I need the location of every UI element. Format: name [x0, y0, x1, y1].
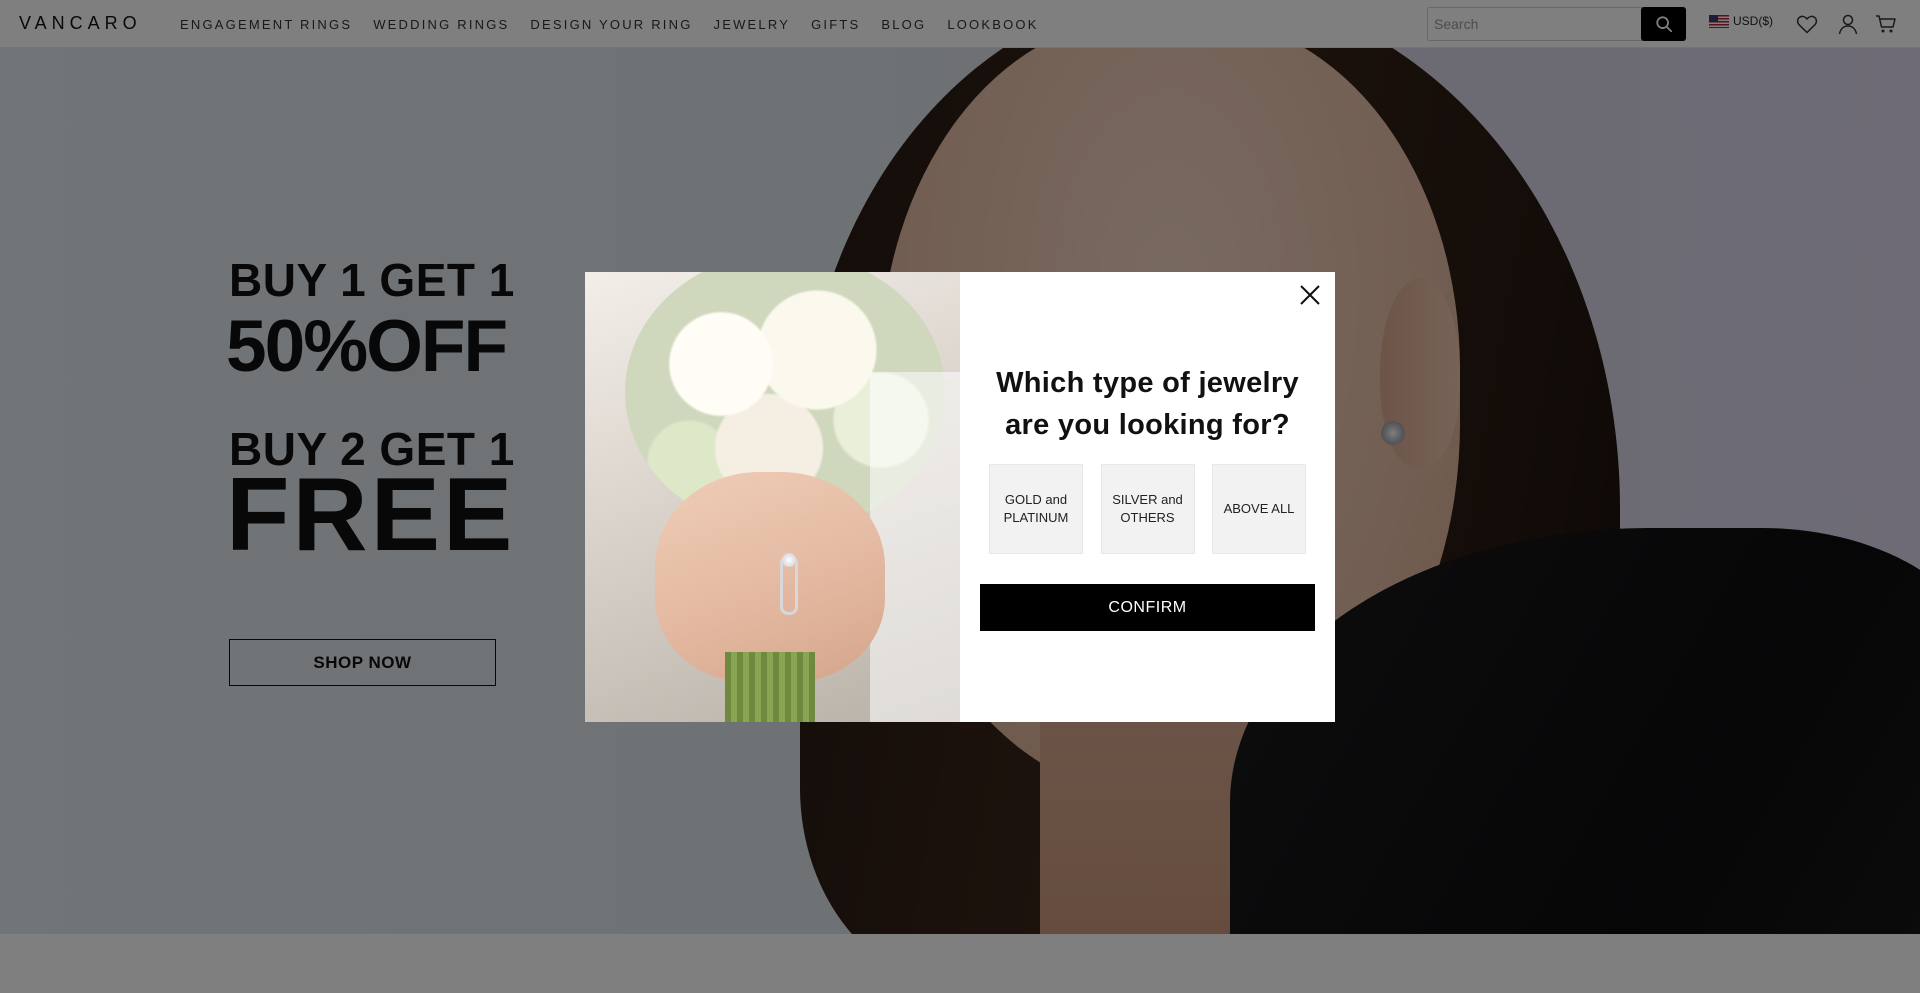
ring-stone: [782, 553, 796, 567]
bridal-veil: [870, 372, 960, 722]
option-silver-others[interactable]: SILVER and OTHERS: [1100, 464, 1195, 554]
option-above-all[interactable]: ABOVE ALL: [1212, 464, 1306, 554]
bride-hand: [655, 472, 885, 682]
modal-title: Which type of jewelry are you looking fo…: [996, 367, 1299, 441]
modal-bouquet-image: [585, 272, 960, 722]
jewelry-options: GOLD and PLATINUM SILVER and OTHERS ABOV…: [989, 464, 1306, 554]
close-icon[interactable]: [1297, 282, 1323, 308]
option-gold-platinum[interactable]: GOLD and PLATINUM: [989, 464, 1083, 554]
jewelry-type-modal: Which type of jewelry are you looking fo…: [585, 272, 1335, 722]
modal-content: Which type of jewelry are you looking fo…: [960, 272, 1335, 722]
confirm-button[interactable]: CONFIRM: [980, 584, 1315, 631]
bouquet-stems: [725, 652, 815, 722]
